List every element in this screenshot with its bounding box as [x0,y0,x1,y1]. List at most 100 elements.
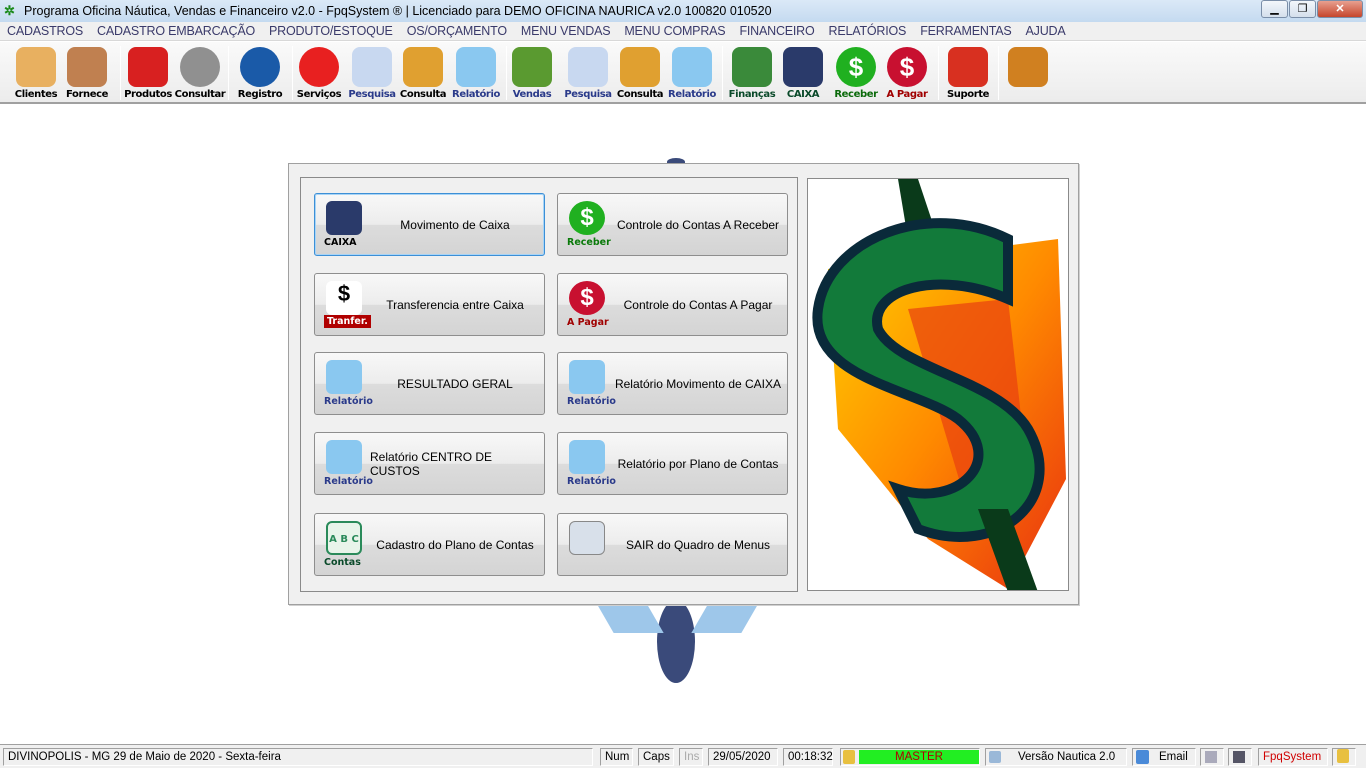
cart-icon [512,47,552,87]
toolbar-button-label: Suporte [946,89,990,100]
status-num: Num [600,748,633,766]
toolbar-button-label: Produtos [124,89,172,100]
toolbar-button-pesquisa[interactable]: Pesquisa [562,45,614,101]
minimize-button[interactable]: ▁ [1261,0,1288,18]
menu-financeiro[interactable]: FINANCEIRO [732,24,821,38]
toolbar-button-label: Consultar [174,89,226,100]
toolbar-separator [120,46,121,100]
menu-cadastro-embarca-o[interactable]: CADASTRO EMBARCAÇÃO [90,24,262,38]
menu-relat-rios[interactable]: RELATÓRIOS [822,24,914,38]
toolbar-button-exit[interactable] [1002,45,1054,101]
menu-button-text: Controle do Contas A Pagar [623,297,773,312]
menu-button-controle-do-contas-a-pagar[interactable]: $ A Pagar Controle do Contas A Pagar [557,273,788,336]
barcode-icon [180,47,220,87]
menu-button-text: Relatório Movimento de CAIXA [614,376,782,391]
menu-menu-vendas[interactable]: MENU VENDAS [514,24,617,38]
menu-button-cadastro-do-plano-de-contas[interactable]: A B C Contas Cadastro do Plano de Contas [314,513,545,576]
menu-button-movimento-de-caixa[interactable]: CAIXA Movimento de Caixa [314,193,545,256]
menu-button-relat-rio-centro-de-custos[interactable]: Relatório Relatório CENTRO DE CUSTOS [314,432,545,495]
toolbar-button-vendas[interactable]: Vendas [506,45,558,101]
status-email-text: Email [1159,751,1188,763]
menu-button-relat-rio-por-plano-de-contas[interactable]: Relatório Relatório por Plano de Contas [557,432,788,495]
printer-icon [456,47,496,87]
calendar-abc-icon: A B C Contas [320,519,368,571]
toolbar-button-caixa[interactable]: CAIXA [777,45,829,101]
supplier-icon [67,47,107,87]
printer-icon [672,47,712,87]
menu-menu-compras[interactable]: MENU COMPRAS [617,24,732,38]
toolbar-button-servi-os[interactable]: Serviços [293,45,345,101]
status-version-text: Versão Nautica 2.0 [1018,751,1116,763]
support-icon [948,47,988,87]
user-icon [1337,749,1349,763]
status-printer[interactable] [1200,748,1224,766]
toolbar-button-label: Serviços [296,89,342,100]
toolbar-button-label: Pesquisa [564,89,612,100]
toolbar-button-finan-as[interactable]: Finanças [726,45,778,101]
printer-icon [1205,751,1217,763]
toolbar-button-label: Relatório [668,89,716,100]
toolbar-button-label: Consulta [616,89,664,100]
toolbar-button-a-pagar[interactable]: $ A Pagar [881,45,933,101]
version-icon [989,751,1001,763]
toolbar-button-pesquisa[interactable]: Pesquisa [346,45,398,101]
toolbar-button-label: Registro [237,89,283,100]
button-icon-label: Relatório [567,396,616,407]
button-icon-label: Contas [324,557,361,568]
status-user2 [1332,748,1356,766]
lifebuoy-icon [299,47,339,87]
toolbox-icon [128,47,168,87]
cashbook-icon [783,47,823,87]
status-version: Versão Nautica 2.0 [985,748,1127,766]
menu-button-transferencia-entre-caixa[interactable]: $ Tranfer. Transferencia entre Caixa [314,273,545,336]
toolbar-button-produtos[interactable]: Produtos [122,45,174,101]
menu-produto-estoque[interactable]: PRODUTO/ESTOQUE [262,24,400,38]
email-icon [1136,750,1149,764]
toolbar-button-consulta[interactable]: Consulta [614,45,666,101]
toolbar-separator [722,46,723,100]
menu-ajuda[interactable]: AJUDA [1019,24,1073,38]
menu-button-text: Relatório por Plano de Contas [617,456,779,471]
menu-ferramentas[interactable]: FERRAMENTAS [913,24,1018,38]
status-network[interactable] [1228,748,1252,766]
menu-cadastros[interactable]: CADASTROS [0,24,90,38]
toolbar-button-relat-rio[interactable]: Relatório [450,45,502,101]
menu-button-resultado-geral[interactable]: Relatório RESULTADO GERAL [314,352,545,415]
toolbar-button-receber[interactable]: $ Receber [830,45,882,101]
status-caps: Caps [638,748,674,766]
maximize-button[interactable]: ❐ [1289,0,1316,18]
toolbar-button-fornece[interactable]: Fornece [61,45,113,101]
search-doc-icon [352,47,392,87]
menu-button-relat-rio-movimento-de-caixa[interactable]: Relatório Relatório Movimento de CAIXA [557,352,788,415]
status-email[interactable]: Email [1132,748,1196,766]
button-icon-label: A Pagar [567,317,609,328]
menu-button-text: Controle do Contas A Receber [616,217,780,232]
toolbar-button-clientes[interactable]: Clientes [10,45,62,101]
finance-menu-dialog: CAIXA Movimento de Caixa $ Receber Controle … [288,163,1079,605]
toolbar-button-label: Receber [834,89,878,100]
toolbar-button-label: Vendas [512,89,552,100]
dollar-logo-image [807,178,1069,591]
toolbar-button-consultar[interactable]: Consultar [174,45,226,101]
toolbar-button-consulta[interactable]: Consulta [397,45,449,101]
toolbar-button-suporte[interactable]: Suporte [942,45,994,101]
menu-os-or-amento[interactable]: OS/ORÇAMENTO [400,24,514,38]
menu-button-text: Relatório CENTRO DE CUSTOS [370,449,493,478]
toolbar-button-label: Pesquisa [348,89,396,100]
status-user: MASTER [840,748,980,766]
button-icon-label: Tranfer. [324,315,371,328]
pay-dollar-icon: $ [887,47,927,87]
menu-button-controle-do-contas-a-receber[interactable]: $ Receber Controle do Contas A Receber [557,193,788,256]
status-brand: FpqSystem [1258,748,1328,766]
user-icon [843,750,855,764]
window-controls: ▁ ❐ ✕ [1260,0,1363,18]
toolbar-separator [228,46,229,100]
status-location: DIVINOPOLIS - MG 29 de Maio de 2020 - Se… [3,748,593,766]
toolbar-button-relat-rio[interactable]: Relatório [666,45,718,101]
menu-button-sair-do-quadro-de-menus[interactable]: SAIR do Quadro de Menus [557,513,788,576]
menu-buttons-panel: CAIXA Movimento de Caixa $ Receber Controle … [300,177,798,592]
close-button[interactable]: ✕ [1317,0,1363,18]
toolbar-button-registro[interactable]: Registro [234,45,286,101]
transfer-icon: $ Tranfer. [320,279,371,331]
button-icon-label: CAIXA [324,237,357,248]
